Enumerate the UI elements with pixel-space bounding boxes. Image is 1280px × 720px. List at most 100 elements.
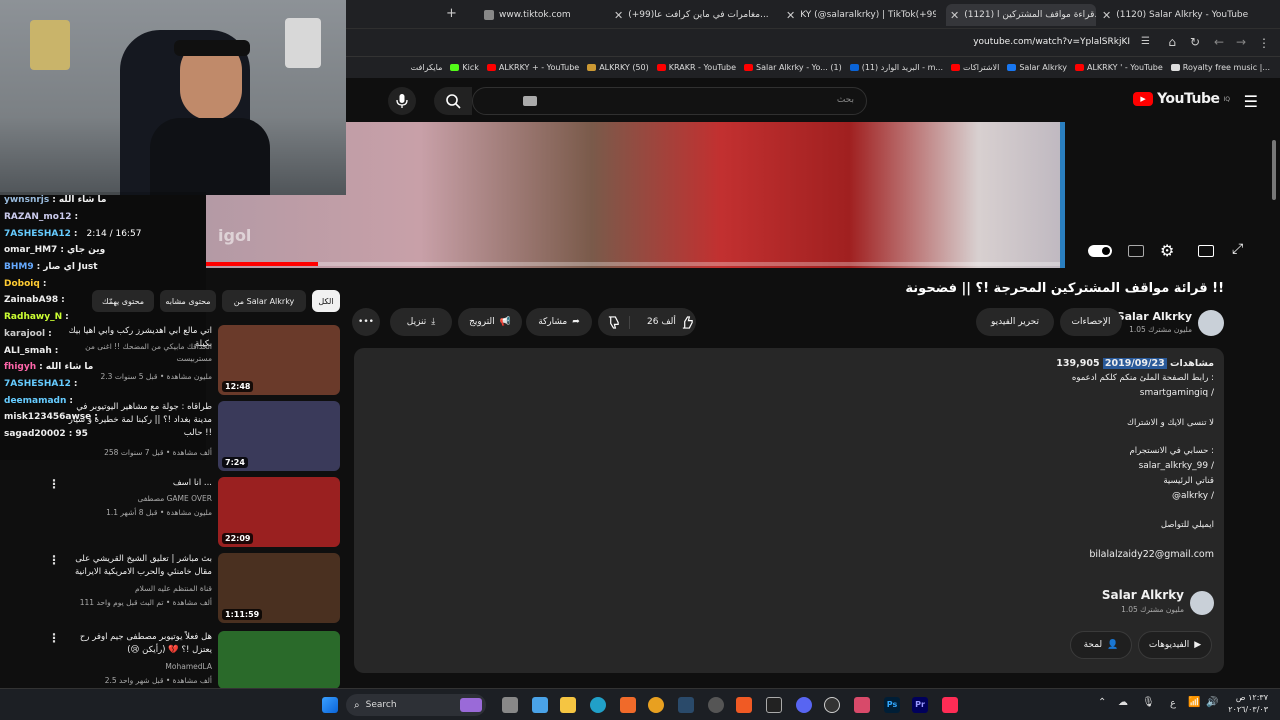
channel-avatar[interactable] [1198, 310, 1224, 336]
bookmark-item[interactable]: Salar Alkrky - Yo... (1) [744, 63, 842, 72]
url-field[interactable]: youtube.com/watch?v=YplalSRkjKI [973, 37, 1130, 47]
browser-tab[interactable]: ✕ (+99)مغامرات في ماين كرافت عا... [614, 4, 774, 26]
youtube-logo[interactable]: ▶ YouTube IQ [1133, 91, 1230, 107]
steam-icon[interactable] [678, 697, 694, 713]
channel-card-avatar[interactable] [1190, 591, 1214, 615]
chrome-icon[interactable] [648, 697, 664, 713]
edit-video-button[interactable]: تحرير الفيديو [976, 308, 1054, 336]
close-icon[interactable]: ✕ [950, 9, 959, 22]
thumbs-up-icon[interactable] [681, 315, 694, 329]
settings-gear-icon[interactable]: ⚙ [1160, 241, 1174, 260]
bookmark-item[interactable]: Kick [450, 63, 479, 72]
bookmark-item[interactable]: ALKRKY + - YouTube [486, 63, 579, 72]
bookmark-item[interactable]: ALKRKY ' - YouTube [1074, 63, 1163, 72]
channel-card-name[interactable]: Salar Alkrky [1102, 588, 1184, 602]
discord-icon[interactable] [796, 697, 812, 713]
search-button[interactable] [434, 87, 472, 115]
more-options-icon[interactable]: ⋮ [48, 477, 60, 491]
snipping-tool-icon[interactable] [854, 697, 870, 713]
bookmark-item[interactable]: Royalty free music |... [1170, 63, 1270, 72]
windows-start-icon[interactable] [322, 697, 338, 713]
more-options-icon[interactable]: ⋮ [48, 553, 60, 567]
chip-for-you[interactable]: محتوى يهمّك [92, 290, 154, 312]
theater-mode-icon[interactable] [1198, 245, 1214, 257]
brave-icon[interactable] [736, 697, 752, 713]
close-icon[interactable]: ✕ [786, 9, 795, 22]
channel-name[interactable]: Salar Alkrky [1117, 310, 1192, 323]
reload-icon[interactable]: ↻ [1190, 35, 1200, 49]
home-icon[interactable]: ⌂ [1168, 35, 1176, 49]
wifi-icon[interactable]: 📶 [1188, 697, 1200, 708]
more-options-icon[interactable]: ⋮ [48, 631, 60, 645]
video-thumbnail[interactable]: 7:24 [218, 401, 340, 471]
task-view-icon[interactable] [502, 697, 518, 713]
keyboard-language[interactable]: ع [1170, 698, 1176, 709]
taskbar-search[interactable]: ⌕ Search [346, 694, 486, 716]
bookmark-item[interactable]: الاشتراكات [951, 63, 999, 72]
video-thumbnail[interactable]: 22:09 [218, 477, 340, 547]
tiktok-app-icon[interactable] [942, 697, 958, 713]
share-button[interactable]: مشاركة ➦ [526, 308, 592, 336]
store-icon[interactable] [620, 697, 636, 713]
videos-button[interactable]: الفيديوهات ▶ [1138, 631, 1212, 659]
clock-date[interactable]: ٢٠٢٦/٠٣/٠٣ [1228, 705, 1268, 714]
subtitles-icon[interactable] [1128, 245, 1144, 257]
settings-icon[interactable] [708, 697, 724, 713]
chip-all[interactable]: الكل [312, 290, 340, 312]
voice-search-button[interactable] [388, 87, 416, 115]
chip-similar[interactable]: محتوى مشابه [160, 290, 216, 312]
obs-icon[interactable] [824, 697, 840, 713]
menu-icon[interactable]: ⋮ [1258, 36, 1270, 50]
hamburger-menu-icon[interactable]: ☰ [1244, 92, 1258, 111]
about-button[interactable]: لمحة 👤 [1070, 631, 1132, 659]
bookmark-item[interactable]: Salar Alkrky [1007, 63, 1067, 72]
keyboard-icon[interactable] [523, 96, 537, 106]
capcut-icon[interactable] [766, 697, 782, 713]
bookmark-item[interactable]: البريد الوارد (11) - m... [849, 63, 943, 72]
progress-bar[interactable] [206, 262, 1064, 266]
browser-tab[interactable]: ✕ KY (@salaralkrky) | TikTok(+99) [786, 4, 936, 26]
email-text: bilalalzaidy22@gmail.com [1089, 549, 1214, 560]
photoshop-icon[interactable]: Ps [884, 697, 900, 713]
promote-button[interactable]: الترويج 📢 [458, 308, 522, 336]
premiere-icon[interactable]: Pr [912, 697, 928, 713]
description-box[interactable]: 139,905 مشاهدات 2019/09/23 رابط الصفحة ا… [354, 348, 1224, 673]
fullscreen-icon[interactable]: ⤢ [1232, 241, 1243, 257]
bookmark-item[interactable]: KRAKR - YouTube [656, 63, 736, 72]
dislike-button[interactable] [598, 315, 630, 329]
search-input[interactable]: بحث [472, 87, 867, 115]
back-icon[interactable]: → [1236, 35, 1246, 49]
copilot-app-icon[interactable] [532, 697, 548, 713]
recommended-video[interactable]: 1:11:59 بث مباشر | تعليق الشيخ القريشي ع… [0, 553, 346, 625]
recommended-video[interactable]: 12:48 اتي مالع ابي اهديشرز ركب وابي اهيا… [0, 325, 346, 397]
file-explorer-icon[interactable] [560, 697, 576, 713]
video-thumbnail[interactable] [218, 631, 340, 689]
clock-time[interactable]: ١٢:٣٧ ص [1236, 693, 1268, 702]
forward-icon[interactable]: ← [1214, 35, 1224, 49]
close-icon[interactable]: ✕ [1102, 9, 1111, 22]
edge-icon[interactable] [590, 697, 606, 713]
bookmark-item[interactable]: مايكرافت [411, 63, 443, 72]
browser-tab[interactable]: www.tiktok.com [484, 4, 604, 26]
cloud-icon[interactable]: ☁ [1118, 697, 1128, 708]
download-button[interactable]: تنزيل ⤓ [390, 308, 452, 336]
browser-tab[interactable]: ✕ (1120) Salar Alkrky - YouTube [1102, 4, 1252, 26]
recommended-video[interactable]: 22:09 انا اسف ... مصطفى GAME OVER 1.1 مل… [0, 477, 346, 549]
more-actions-button[interactable]: ••• [352, 308, 380, 336]
volume-icon[interactable]: 🔊 [1206, 697, 1218, 708]
like-count[interactable]: 26 ألف [647, 317, 676, 327]
analytics-button[interactable]: الإحصاءات [1060, 308, 1122, 336]
site-settings-icon[interactable]: ☰ [1141, 36, 1150, 47]
new-tab-button[interactable]: + [446, 6, 457, 21]
video-thumbnail[interactable]: 1:11:59 [218, 553, 340, 623]
bookmark-item[interactable]: ALKRKY (50) [587, 63, 649, 72]
page-scrollbar[interactable] [1272, 140, 1276, 200]
tray-chevron-icon[interactable]: ⌃ [1098, 697, 1106, 708]
chip-from-channel[interactable]: من Salar Alkrky [222, 290, 306, 312]
video-thumbnail[interactable]: 12:48 [218, 325, 340, 395]
recommended-video[interactable]: 7:24 طراقاه : جولة مع مشاهير اليوتيوبر ف… [0, 401, 346, 473]
browser-tab-active[interactable]: ✕(1121) قراءة مواقف المشتركين ا... [946, 4, 1096, 26]
autoplay-toggle[interactable] [1088, 245, 1112, 257]
close-icon[interactable]: ✕ [614, 9, 623, 22]
mic-tray-icon[interactable]: 🎙 [1142, 697, 1155, 708]
